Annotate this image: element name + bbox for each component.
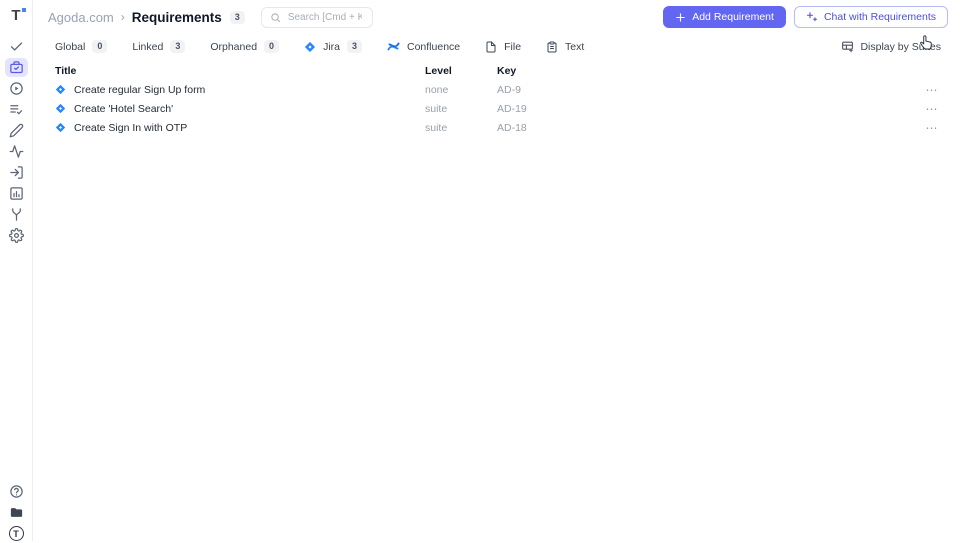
table-row[interactable]: Create Sign In with OTP suite AD-18 ⋯: [55, 118, 938, 137]
plus-icon: [675, 12, 686, 23]
clipboard-icon: [546, 41, 558, 53]
requirement-level: none: [425, 83, 449, 96]
filter-linked-label: Linked: [132, 40, 164, 53]
ai-sparkle-icon: [806, 11, 818, 23]
display-by-suites-control[interactable]: Display by Suites: [841, 40, 941, 53]
gear-icon: [8, 228, 24, 243]
sidebar-item-analytics[interactable]: [5, 184, 28, 203]
chat-with-requirements-label: Chat with Requirements: [823, 11, 936, 23]
filter-jira[interactable]: Jira 3: [304, 40, 362, 53]
row-menu-button[interactable]: ⋯: [926, 84, 939, 96]
sidebar-bottom: T: [5, 482, 28, 543]
sidebar-item-branches[interactable]: [5, 205, 28, 224]
sidebar-item-account[interactable]: T: [5, 524, 28, 543]
confluence-icon: [387, 40, 400, 53]
filter-global-label: Global: [55, 40, 86, 53]
list-check-icon: [9, 102, 24, 117]
sidebar-item-settings[interactable]: [5, 226, 28, 245]
requirement-key: AD-9: [497, 83, 521, 96]
filter-orphaned-count: 0: [264, 40, 280, 53]
row-menu-button[interactable]: ⋯: [926, 103, 939, 115]
search-icon: [270, 12, 281, 23]
sidebar-nav: [4, 37, 28, 245]
breadcrumb-separator: ›: [120, 10, 125, 24]
app-logo[interactable]: T: [8, 6, 26, 26]
page-title: Requirements: [131, 9, 222, 25]
add-requirement-label: Add Requirement: [692, 11, 774, 23]
filter-jira-count: 3: [346, 40, 362, 53]
sidebar-item-tests[interactable]: [5, 37, 28, 56]
file-icon: [485, 41, 497, 53]
sidebar-item-help[interactable]: [5, 482, 28, 501]
requirement-title[interactable]: Create regular Sign Up form: [74, 84, 205, 96]
column-header-level: Level: [425, 64, 452, 77]
requirements-briefcase-icon: [9, 60, 24, 75]
sidebar-item-pulse[interactable]: [5, 142, 28, 161]
jira-icon: [304, 41, 316, 53]
search-input[interactable]: [285, 10, 364, 24]
requirement-title[interactable]: Create Sign In with OTP: [74, 122, 187, 134]
requirement-key: AD-18: [497, 121, 527, 134]
import-icon: [9, 165, 24, 180]
chat-with-requirements-button[interactable]: Chat with Requirements: [793, 6, 948, 28]
filter-orphaned[interactable]: Orphaned 0: [210, 40, 280, 53]
filter-jira-label: Jira: [323, 40, 340, 53]
avatar-letter: T: [13, 528, 19, 539]
pen-icon: [9, 123, 24, 138]
jira-icon: [55, 122, 66, 133]
pulse-icon: [9, 144, 24, 159]
display-layout-icon: [841, 40, 854, 53]
user-avatar: T: [8, 526, 24, 541]
logo-accent-dot: [22, 8, 26, 12]
help-icon: [9, 484, 24, 499]
check-icon: [9, 39, 24, 54]
table-row[interactable]: Create 'Hotel Search' suite AD-19 ⋯: [55, 99, 938, 118]
sidebar-item-projects[interactable]: [5, 503, 28, 522]
table-row[interactable]: Create regular Sign Up form none AD-9 ⋯: [55, 80, 938, 99]
add-requirement-button[interactable]: Add Requirement: [663, 6, 786, 28]
branch-icon: [9, 207, 24, 222]
sidebar-item-plans[interactable]: [5, 100, 28, 119]
filter-text-label: Text: [565, 40, 585, 53]
sidebar-item-import[interactable]: [5, 163, 28, 182]
play-circle-icon: [9, 81, 24, 96]
chart-icon: [9, 186, 24, 201]
search-box[interactable]: [260, 6, 373, 28]
filter-linked-count: 3: [170, 40, 186, 53]
requirement-key: AD-19: [497, 102, 527, 115]
filter-file-label: File: [504, 40, 522, 53]
sidebar-item-runs[interactable]: [5, 79, 28, 98]
filter-confluence[interactable]: Confluence: [387, 40, 460, 53]
filter-text[interactable]: Text: [546, 41, 584, 53]
sidebar-item-editor[interactable]: [5, 121, 28, 140]
filter-global[interactable]: Global 0: [55, 40, 108, 53]
column-header-key: Key: [497, 64, 517, 77]
filter-linked[interactable]: Linked 3: [132, 40, 186, 53]
requirements-table: Title Level Key Create regular Sign Up f…: [33, 61, 960, 137]
app-logo-letter: T: [11, 7, 21, 24]
filter-bar: Global 0 Linked 3 Orphaned 0 Jira 3 Conf…: [33, 34, 960, 59]
table-header-row: Title Level Key: [55, 61, 938, 80]
requirement-title[interactable]: Create 'Hotel Search': [74, 103, 173, 115]
filter-confluence-label: Confluence: [407, 40, 461, 53]
jira-icon: [55, 84, 66, 95]
requirement-level: suite: [425, 121, 448, 134]
folder-icon: [9, 505, 24, 520]
top-bar: Agoda.com › Requirements 3 Add Requireme…: [33, 0, 960, 34]
breadcrumb-project[interactable]: Agoda.com: [48, 10, 114, 25]
jira-icon: [55, 103, 66, 114]
row-menu-button[interactable]: ⋯: [926, 122, 939, 134]
filter-orphaned-label: Orphaned: [210, 40, 258, 53]
requirements-count-badge: 3: [229, 10, 245, 24]
requirement-level: suite: [425, 102, 448, 115]
filter-global-count: 0: [92, 40, 108, 53]
sidebar: T T: [0, 0, 33, 541]
filter-file[interactable]: File: [485, 41, 521, 53]
display-by-suites-label: Display by Suites: [860, 40, 941, 53]
sidebar-item-requirements[interactable]: [4, 58, 28, 77]
column-header-title: Title: [55, 64, 77, 77]
